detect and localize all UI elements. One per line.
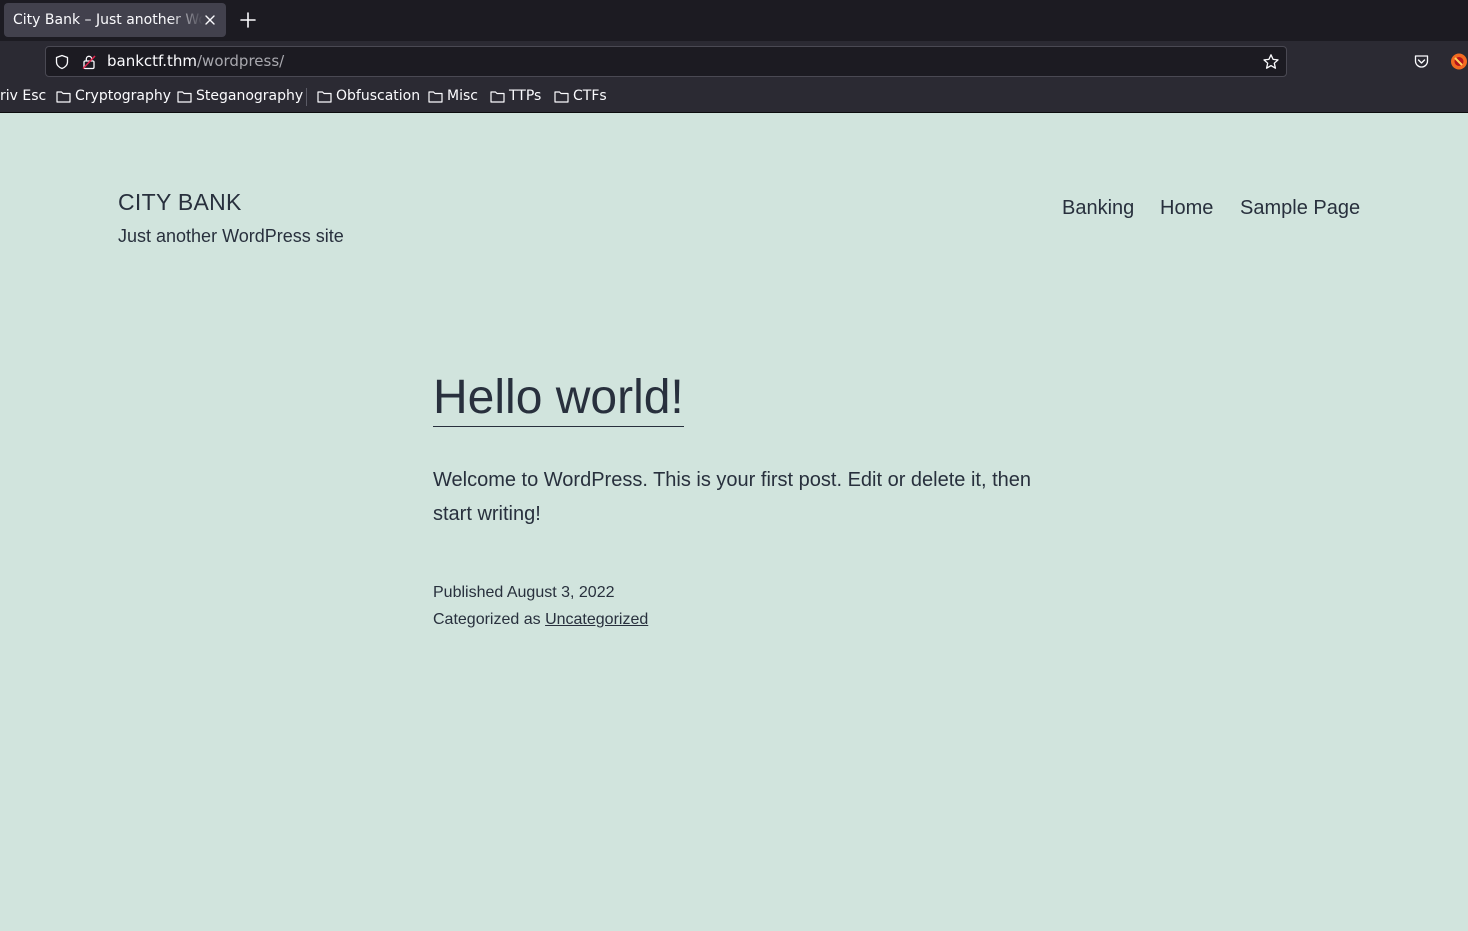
navigation-toolbar: bankctf.thm/wordpress/: [0, 41, 1468, 82]
tab-title: City Bank – Just another WordPress site: [13, 12, 203, 28]
post-category: Categorized as Uncategorized: [433, 611, 648, 629]
post-title[interactable]: Hello world!: [433, 370, 684, 427]
menu-item-home[interactable]: Home: [1160, 197, 1213, 220]
folder-icon: [554, 91, 569, 103]
post-published: Published August 3, 2022: [433, 584, 614, 602]
folder-icon: [490, 91, 505, 103]
tab-bar: City Bank – Just another WordPress site: [0, 0, 1468, 41]
bookmark-label: Cryptography: [75, 88, 172, 104]
url-text[interactable]: bankctf.thm/wordpress/: [107, 47, 284, 76]
site-title[interactable]: City Bank: [118, 189, 242, 216]
close-icon[interactable]: [202, 12, 218, 28]
url-path: /wordpress/: [197, 52, 285, 70]
star-icon[interactable]: [1262, 53, 1280, 71]
menu-item-banking[interactable]: Banking: [1062, 197, 1134, 220]
folder-icon: [177, 91, 192, 103]
bookmark-label: riv Esc: [0, 88, 47, 104]
url-host: bankctf.thm: [107, 52, 197, 70]
bookmark-separator: [306, 88, 307, 106]
shield-icon[interactable]: [54, 54, 70, 70]
menu-item-sample-page[interactable]: Sample Page: [1240, 197, 1360, 220]
bookmark-label: CTFs: [573, 88, 607, 104]
category-link[interactable]: Uncategorized: [545, 611, 648, 628]
categorized-label: Categorized as: [433, 611, 541, 628]
post-body: Welcome to WordPress. This is your first…: [433, 469, 1032, 525]
bookmark-label: Steganography: [196, 88, 304, 104]
extension-icon[interactable]: [1449, 52, 1468, 71]
bookmarks-toolbar: riv Esc Cryptography Steganography Obfus…: [0, 82, 1468, 113]
lock-icon[interactable]: [81, 54, 97, 70]
pocket-icon[interactable]: [1413, 53, 1430, 70]
folder-icon: [428, 91, 443, 103]
bookmark-label: TTPs: [509, 88, 542, 104]
browser-tab[interactable]: City Bank – Just another WordPress site: [4, 3, 226, 37]
bookmark-label: Misc: [447, 88, 478, 104]
site-description: Just another WordPress site: [118, 226, 344, 246]
published-label: Published: [433, 584, 504, 601]
bookmark-label: Obfuscation: [336, 88, 421, 104]
folder-icon: [317, 91, 332, 103]
plus-icon[interactable]: [237, 9, 259, 31]
published-date: August 3, 2022: [506, 584, 615, 601]
folder-icon: [56, 91, 71, 103]
url-bar[interactable]: bankctf.thm/wordpress/: [45, 46, 1287, 77]
